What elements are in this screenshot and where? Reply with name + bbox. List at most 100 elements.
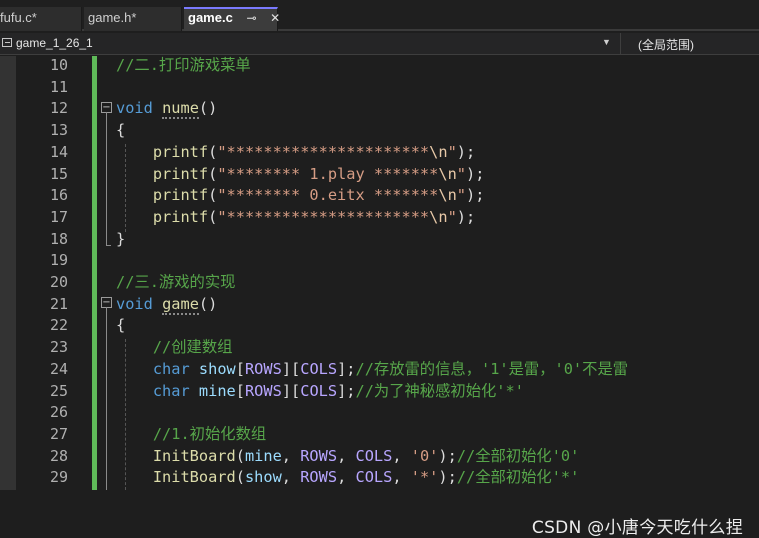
code-editor[interactable]: − − 10//二.打印游戏菜单 11 12 void nume() 13{14 pri… (0, 54, 759, 538)
line-number: 11 (49, 77, 68, 96)
code-token: \n (429, 207, 448, 226)
code-token: printf (152, 207, 209, 226)
code-token: COLS (355, 446, 393, 465)
code-token: //1.初始化数组 (152, 424, 267, 443)
line-number: 22 (49, 316, 68, 335)
code-token: //创建数组 (152, 338, 233, 357)
code-text: //1.初始化数组 (116, 424, 266, 444)
code-token: //三.游戏的实现 (116, 273, 236, 291)
tab-fufu-c[interactable]: fufu.c* (0, 7, 82, 31)
code-token: ); (438, 446, 457, 465)
project-dropdown[interactable]: game_1_26_1 (16, 36, 93, 50)
tab-game-h[interactable]: game.h* (84, 7, 182, 31)
code-text: printf("******** 1.play *******\n"); (116, 164, 485, 184)
code-text: } (116, 229, 125, 249)
code-token: '*' (410, 468, 439, 487)
tab-game-c[interactable]: game.c ⊸ ✕ (184, 7, 280, 31)
code-token: void (116, 99, 153, 118)
line-number: 27 (49, 424, 68, 443)
code-line[interactable]: 13 { (0, 119, 759, 141)
code-token: () (198, 99, 218, 118)
code-token: ( (235, 446, 245, 465)
tab-label: game.c (188, 10, 233, 25)
code-token: ROWS (300, 446, 338, 465)
code-token: printf (152, 186, 209, 205)
code-token: nume (162, 99, 199, 120)
code-line[interactable]: 23 //创建数组 (0, 336, 759, 358)
code-token: InitBoard (152, 446, 236, 465)
code-token: [ (235, 381, 245, 400)
code-token: ]; (337, 381, 356, 400)
code-token: ][ (281, 359, 301, 378)
tab-label: fufu.c* (0, 10, 37, 25)
watermark-text: CSDN @小唐今天吃什么捏 (531, 518, 743, 538)
code-line[interactable]: 29 InitBoard(show, ROWS, COLS, '*');//全部… (0, 466, 759, 488)
code-token: COLS (300, 381, 338, 400)
code-token: show (244, 468, 282, 487)
code-line[interactable]: 20 //三.游戏的实现 (0, 271, 759, 293)
code-text: char show[ROWS][COLS];//存放雷的信息，'1'是雷，'0'… (116, 359, 628, 379)
code-text: { (116, 315, 125, 335)
code-line[interactable]: 15 printf("******** 1.play *******\n"); (0, 163, 759, 185)
pin-icon[interactable]: ⊸ (246, 11, 256, 25)
line-number: 13 (49, 121, 68, 140)
line-number: 24 (49, 359, 68, 378)
code-line[interactable]: 10 //二.打印游戏菜单 (0, 54, 759, 76)
code-line[interactable]: 24 char show[ROWS][COLS];//存放雷的信息，'1'是雷，… (0, 358, 759, 380)
line-number: 14 (49, 142, 68, 161)
code-line[interactable]: 18} (0, 228, 759, 250)
code-token: "******** 0.eitx ******* (217, 186, 439, 205)
code-line[interactable]: 21 void game() (0, 293, 759, 315)
line-number: 25 (49, 381, 68, 400)
line-number: 16 (49, 186, 68, 205)
code-line[interactable]: 14 printf("**********************\n"); (0, 141, 759, 163)
line-number: 12 (49, 99, 68, 118)
code-token: } (116, 229, 126, 248)
code-token: () (198, 294, 218, 313)
code-line[interactable]: 25 char mine[ROWS][COLS];//为了神秘感初始化'*' (0, 380, 759, 402)
code-line[interactable]: 22 { (0, 314, 759, 336)
line-number: 29 (49, 468, 68, 487)
code-text: printf("******** 0.eitx *******\n"); (116, 185, 485, 205)
code-token: \n (438, 164, 457, 183)
code-token: printf (152, 142, 209, 161)
code-token: ( (208, 207, 218, 226)
code-token: ROWS (300, 468, 338, 487)
code-line[interactable]: 16 printf("******** 0.eitx *******\n"); (0, 184, 759, 206)
code-line[interactable]: 26 (0, 401, 759, 423)
code-token: ); (456, 207, 476, 226)
line-number: 10 (49, 56, 68, 74)
close-icon[interactable]: ✕ (270, 11, 280, 25)
code-text: //创建数组 (116, 337, 233, 357)
code-line[interactable]: 28 InitBoard(mine, ROWS, COLS, '0');//全部… (0, 445, 759, 467)
code-token: ); (438, 468, 457, 487)
code-text: printf("**********************\n"); (116, 142, 475, 162)
code-line[interactable]: 12 void nume() (0, 97, 759, 120)
code-line[interactable]: 27 //1.初始化数组 (0, 423, 759, 445)
code-line[interactable]: 11 (0, 76, 759, 98)
code-token: , (281, 446, 301, 465)
code-line[interactable]: 19 (0, 249, 759, 271)
code-token: ( (208, 142, 218, 161)
code-token: "********************** (217, 207, 430, 226)
code-token: ROWS (244, 359, 282, 378)
code-token: ( (208, 186, 218, 205)
tab-label: game.h* (88, 10, 137, 25)
code-token: //全部初始化'*' (456, 468, 580, 487)
code-token: , (337, 446, 356, 465)
code-token: \n (438, 186, 457, 205)
code-token: ); (456, 142, 476, 161)
line-number: 18 (49, 229, 68, 248)
code-line[interactable]: 17 printf("**********************\n"); (0, 206, 759, 228)
code-text: void nume() (116, 98, 218, 120)
line-number: 23 (49, 338, 68, 357)
chevron-down-icon[interactable]: ▼ (602, 37, 611, 47)
scope-dropdown[interactable]: (全局范围) (638, 36, 694, 53)
